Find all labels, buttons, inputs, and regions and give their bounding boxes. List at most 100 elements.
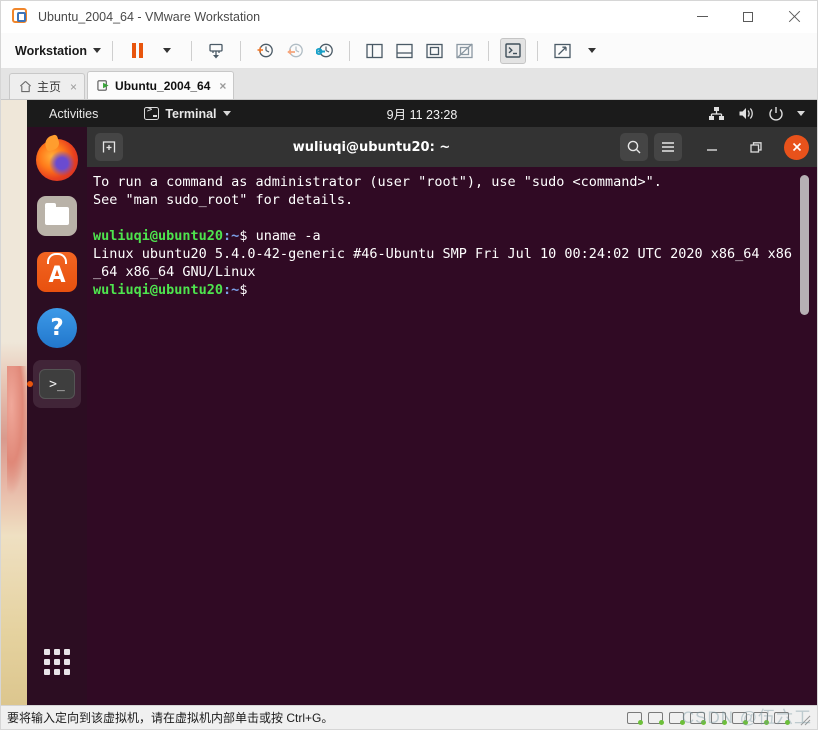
dock-item-terminal[interactable]: >_ (33, 360, 81, 408)
workstation-menu-label: Workstation (15, 43, 87, 58)
software-icon: A (37, 252, 77, 292)
dock-item-firefox[interactable] (33, 136, 81, 184)
revert-snapshot-button[interactable] (282, 38, 308, 64)
toolbar-divider (488, 40, 489, 61)
guest-screen[interactable]: Activities Terminal 9月 11 23:28 (1, 100, 817, 705)
terminal-line-segment: To run a command as administrator (user … (93, 174, 662, 190)
snapshot-manage-icon (315, 43, 333, 58)
terminal-search-button[interactable] (620, 133, 648, 161)
close-icon (788, 11, 800, 23)
terminal-icon (144, 105, 160, 120)
tab-home-close-icon[interactable]: × (70, 80, 77, 94)
chevron-down-icon (163, 48, 171, 53)
statusbar-device-icons (627, 711, 813, 725)
window-resize-grip[interactable] (799, 711, 813, 725)
workstation-menu-button[interactable]: Workstation (13, 41, 103, 61)
fullscreen-button[interactable] (549, 38, 575, 64)
thumbnail-bar-off-icon (455, 43, 473, 58)
terminal-minimize-button[interactable] (698, 133, 726, 161)
send-key-icon (209, 43, 223, 58)
chevron-down-icon (588, 48, 596, 53)
usb-icon[interactable] (711, 711, 727, 725)
fullscreen-dropdown-button[interactable] (579, 38, 605, 64)
tab-ubuntu-vm[interactable]: Ubuntu_2004_64 × (87, 71, 235, 99)
manage-snapshots-button[interactable] (312, 38, 338, 64)
vm-tabstrip: 主页 × Ubuntu_2004_64 × (1, 69, 817, 100)
window-controls (679, 1, 817, 32)
vmware-workstation-window: Ubuntu_2004_64 - VMware Workstation Work… (0, 0, 818, 730)
activities-button[interactable]: Activities (43, 105, 104, 123)
minimize-button[interactable] (679, 1, 725, 32)
pause-vm-button[interactable] (124, 38, 150, 64)
tab-home-label: 主页 (37, 80, 62, 94)
chevron-down-icon (222, 111, 231, 116)
console-view-button[interactable] (500, 37, 526, 64)
hamburger-menu-icon (662, 142, 674, 152)
terminal-scrollbar-thumb[interactable] (800, 175, 809, 315)
new-tab-button[interactable] (95, 133, 123, 161)
terminal-line-segment: :~ (223, 228, 240, 244)
snapshot-revert-icon (286, 43, 303, 58)
toolbar-divider (191, 40, 192, 61)
system-tray[interactable] (708, 106, 805, 121)
tab-ubuntu-vm-close-icon[interactable]: × (219, 79, 226, 93)
hard-disk-icon[interactable] (627, 711, 643, 725)
printer-icon[interactable] (753, 711, 769, 725)
dock-item-ubuntu-software[interactable]: A (33, 248, 81, 296)
snapshot-add-icon (257, 43, 273, 58)
terminal-scrollbar-track[interactable] (800, 171, 813, 701)
terminal-line-segment: $ (239, 282, 256, 298)
dock-item-help[interactable]: ? (33, 304, 81, 352)
ubuntu-top-bar: Activities Terminal 9月 11 23:28 (27, 100, 817, 127)
minimize-icon (707, 149, 717, 151)
terminal-line-segment: :~ (223, 282, 240, 298)
vmware-logo-icon (12, 8, 29, 25)
minimize-icon (696, 16, 708, 17)
console-icon (505, 43, 521, 58)
sound-icon[interactable] (732, 711, 748, 725)
show-left-sidebar-button[interactable] (361, 38, 387, 64)
cdrom-icon[interactable] (648, 711, 664, 725)
terminal-maximize-button[interactable] (742, 133, 770, 161)
floppy-icon[interactable] (669, 711, 685, 725)
terminal-output-area[interactable]: To run a command as administrator (user … (87, 167, 817, 705)
panel-left-icon (365, 43, 383, 58)
terminal-line-segment: See "man sudo_root" for details. (93, 192, 354, 208)
dock-item-files[interactable] (33, 192, 81, 240)
display-icon[interactable] (774, 711, 790, 725)
fullscreen-icon (553, 43, 571, 58)
close-button[interactable] (771, 1, 817, 32)
pause-dropdown-button[interactable] (154, 38, 180, 64)
terminal-close-button[interactable] (784, 134, 809, 160)
terminal-line-segment: $ uname -a (239, 228, 321, 244)
network-icon[interactable] (690, 711, 706, 725)
tab-home[interactable]: 主页 × (9, 73, 86, 99)
maximize-button[interactable] (725, 1, 771, 32)
hide-thumbnail-bar-button[interactable] (451, 38, 477, 64)
app-menu-terminal[interactable]: Terminal (144, 105, 231, 121)
vm-running-icon (97, 80, 109, 91)
app-menu-label: Terminal (165, 106, 217, 121)
window-titlebar: Ubuntu_2004_64 - VMware Workstation (1, 1, 817, 33)
terminal-menu-button[interactable] (654, 133, 682, 161)
terminal-title: wuliuqi@ubuntu20: ~ (292, 139, 451, 155)
terminal-line-segment: Linux ubuntu20 5.4.0-42-generic #46-Ubun… (93, 246, 792, 280)
new-tab-icon (102, 141, 116, 153)
pause-icon (131, 43, 143, 58)
toolbar-divider (537, 40, 538, 61)
send-ctrl-alt-del-button[interactable] (203, 38, 229, 64)
screenshot-root: Ubuntu_2004_64 - VMware Workstation Work… (0, 0, 818, 730)
chevron-down-icon (797, 111, 805, 116)
take-snapshot-button[interactable] (252, 38, 278, 64)
show-bottom-panel-button[interactable] (391, 38, 417, 64)
terminal-line-segment: wuliuqi@ubuntu20 (93, 282, 224, 298)
terminal-text: To run a command as administrator (user … (93, 173, 817, 299)
power-icon (769, 107, 783, 121)
volume-icon (739, 108, 753, 119)
thumbnail-bar-icon (425, 43, 443, 58)
show-thumbnail-bar-button[interactable] (421, 38, 447, 64)
show-applications-button[interactable] (44, 649, 70, 675)
network-icon (709, 107, 724, 120)
window-title: Ubuntu_2004_64 - VMware Workstation (38, 9, 261, 24)
tab-ubuntu-vm-label: Ubuntu_2004_64 (115, 78, 211, 93)
